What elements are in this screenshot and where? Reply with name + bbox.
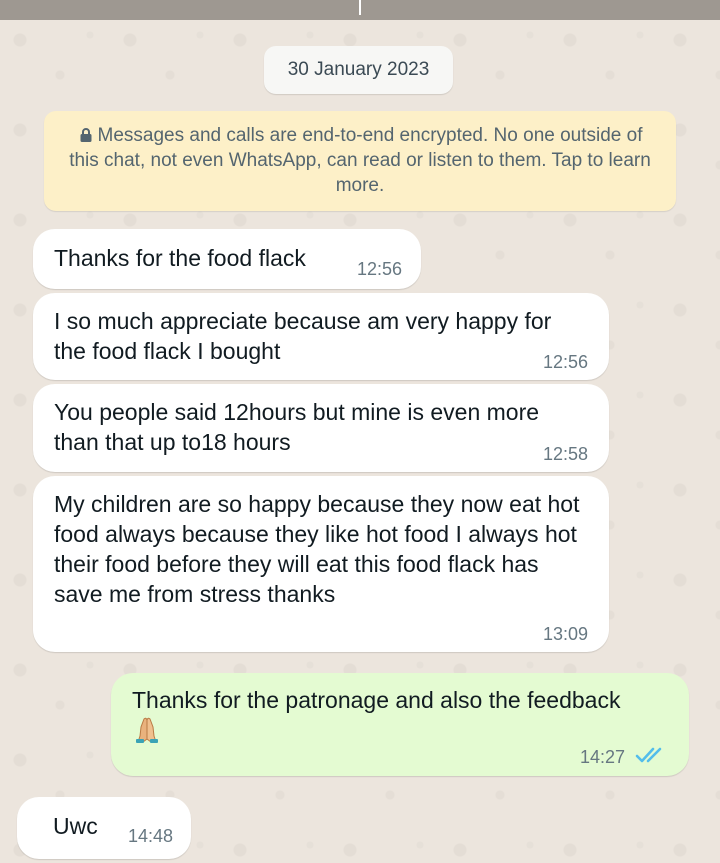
message-time: 13:09 bbox=[543, 624, 589, 644]
double-check-icon bbox=[635, 747, 662, 763]
message-bubble-incoming[interactable]: My children are so happy because they no… bbox=[33, 476, 609, 652]
message-bubble-outgoing[interactable]: Thanks for the patronage and also the fe… bbox=[111, 673, 689, 776]
encryption-notice-text: Messages and calls are end-to-end encryp… bbox=[69, 125, 651, 196]
message-time: 12:56 bbox=[357, 259, 403, 279]
message-bubble-incoming[interactable]: Uwc 14:48 bbox=[17, 797, 191, 859]
message-time: 12:56 bbox=[543, 352, 589, 372]
folded-hands-emoji bbox=[136, 717, 158, 743]
encryption-notice[interactable]: Messages and calls are end-to-end encryp… bbox=[44, 111, 676, 211]
message-text: I so much appreciate because am very hap… bbox=[54, 308, 552, 364]
date-chip: 30 January 2023 bbox=[264, 46, 453, 94]
message-text: You people said 12hours but mine is even… bbox=[54, 399, 540, 455]
message-text-body: Thanks for the patronage and also the fe… bbox=[132, 687, 621, 713]
message-text: My children are so happy because they no… bbox=[54, 491, 580, 607]
message-text: Thanks for the patronage and also the fe… bbox=[132, 685, 671, 748]
message-time: 12:58 bbox=[543, 444, 589, 464]
message-bubble-incoming[interactable]: I so much appreciate because am very hap… bbox=[33, 293, 609, 380]
message-time: 14:27 bbox=[580, 747, 626, 767]
message-time: 14:48 bbox=[128, 826, 174, 846]
date-chip-label: 30 January 2023 bbox=[287, 59, 430, 80]
message-text: Thanks for the food flack bbox=[54, 245, 306, 271]
message-bubble-incoming[interactable]: You people said 12hours but mine is even… bbox=[33, 384, 609, 472]
window-top-edge bbox=[0, 0, 720, 20]
lock-icon bbox=[80, 128, 91, 142]
top-edge-marker bbox=[359, 0, 361, 15]
message-bubble-incoming[interactable]: Thanks for the food flack 12:56 bbox=[33, 229, 421, 289]
message-text: Uwc bbox=[53, 813, 98, 839]
